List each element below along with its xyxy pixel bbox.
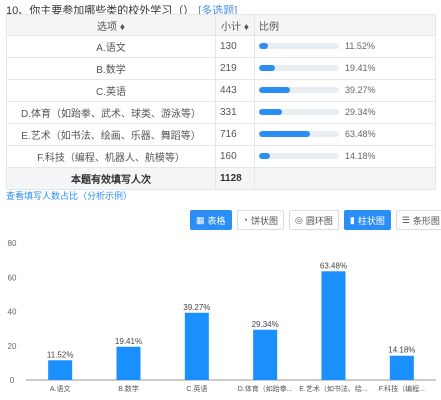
option-cell: F.科技（编程、机器人、航模等） (6, 145, 216, 168)
total-row: 本题有效填写人次 1128 (6, 167, 436, 190)
bar-value-label: 39.27% (183, 303, 210, 312)
ratio-cell: 19.41% (254, 57, 436, 80)
progress-bar (259, 153, 339, 160)
bar-horizontal-button-label: 条形图 (412, 215, 440, 226)
bar[interactable] (253, 329, 278, 380)
percent-text: 63.48% (345, 129, 376, 140)
progress-fill (259, 65, 275, 72)
x-tick-label: D.体育（如跆拳... (238, 384, 293, 393)
option-cell: C.英语 (6, 79, 216, 102)
progress-bar (259, 131, 339, 138)
percent-text: 29.34% (345, 107, 376, 118)
table-row: F.科技（编程、机器人、航模等） 160 14.18% (6, 145, 436, 168)
count-cell: 130 (215, 35, 255, 58)
bar-value-label: 14.18% (388, 346, 415, 355)
pie-chart-button[interactable]: ◔ 饼状图 (236, 210, 284, 230)
chart-type-toolbar: ▦ 表格 ◔ 饼状图 ◎ 圆环图 ▮ 柱状图 ☰ 条形图 (190, 210, 441, 230)
table-row: A.语文 130 11.52% (6, 35, 436, 58)
header-ratio: 比例 (254, 14, 436, 36)
total-count: 1128 (215, 167, 255, 190)
total-label: 本题有效填写人次 (6, 167, 216, 190)
progress-fill (259, 153, 271, 160)
y-tick-label: 40 (8, 308, 17, 317)
x-tick-label: B.数学 (118, 384, 139, 393)
y-tick-label: 0 (10, 376, 15, 385)
bar-chart: 0 20 40 60 80 11.52% A.语文 19.41% B.数学 39.27% C.英语 2… (8, 239, 436, 393)
header-count[interactable]: 小计 ♦ (215, 14, 255, 36)
total-empty-cell (254, 167, 436, 190)
progress-fill (259, 131, 310, 138)
ratio-cell: 63.48% (254, 123, 436, 146)
percent-text: 39.27% (345, 85, 376, 96)
ratio-cell: 39.27% (254, 79, 436, 102)
x-tick-label: F.科技（编程... (379, 384, 425, 393)
progress-bar (259, 43, 339, 50)
bar-value-label: 63.48% (320, 261, 347, 270)
progress-fill (259, 87, 291, 94)
ratio-cell: 14.18% (254, 145, 436, 168)
donut-chart-button-label: 圆环图 (305, 215, 333, 226)
bar-horizontal-button[interactable]: ☰ 条形图 (395, 210, 441, 230)
bar[interactable] (321, 271, 346, 380)
table-icon: ▦ (196, 214, 205, 225)
pie-chart-icon: ◔ (242, 215, 248, 225)
progress-bar (259, 87, 339, 94)
bar-value-label: 29.34% (252, 320, 279, 329)
y-tick-label: 60 (8, 273, 17, 282)
count-cell: 716 (215, 123, 255, 146)
percent-text: 14.18% (345, 151, 376, 162)
donut-chart-icon: ◎ (294, 214, 303, 225)
bar[interactable] (184, 312, 209, 380)
stats-table: 选项 ♦ 小计 ♦ 比例 A.语文 130 11.52% B.数学 219 19… (6, 14, 436, 190)
x-tick-label: A.语文 (50, 384, 71, 393)
bar-chart-button-label: 柱状图 (357, 215, 385, 226)
option-cell: A.语文 (6, 35, 216, 58)
bar-chart-button[interactable]: ▮ 柱状图 (343, 210, 391, 230)
option-cell: E.艺术（如书法、绘画、乐器、舞蹈等） (6, 123, 216, 146)
table-row: D.体育（如跆拳、武术、球类、游泳等） 331 29.34% (6, 101, 436, 124)
progress-fill (259, 109, 283, 116)
bar[interactable] (48, 360, 73, 380)
count-cell: 219 (215, 57, 255, 80)
y-tick-label: 80 (8, 239, 17, 248)
table-row: B.数学 219 19.41% (6, 57, 436, 80)
header-option[interactable]: 选项 ♦ (6, 14, 216, 36)
bar-horizontal-icon: ☰ (401, 214, 410, 225)
percent-text: 19.41% (345, 63, 376, 74)
option-cell: D.体育（如跆拳、武术、球类、游泳等） (6, 101, 216, 124)
progress-fill (259, 43, 269, 50)
table-button[interactable]: ▦ 表格 (190, 210, 232, 230)
bar-value-label: 11.52% (47, 350, 74, 359)
table-header-row: 选项 ♦ 小计 ♦ 比例 (6, 14, 436, 36)
bar[interactable] (116, 346, 141, 380)
percent-text: 11.52% (345, 41, 375, 52)
progress-bar (259, 109, 339, 116)
bar-value-label: 19.41% (115, 337, 142, 346)
count-cell: 160 (215, 145, 255, 168)
ratio-cell: 29.34% (254, 101, 436, 124)
progress-bar (259, 65, 339, 72)
table-row: E.艺术（如书法、绘画、乐器、舞蹈等） 716 63.48% (6, 123, 436, 146)
bar-chart-icon: ▮ (349, 214, 355, 225)
table-row: C.英语 443 39.27% (6, 79, 436, 102)
x-tick-label: C.英语 (186, 384, 207, 393)
bar[interactable] (389, 355, 414, 380)
view-ratio-link[interactable]: 查看填写人数占比（分析示例） (6, 189, 132, 202)
x-tick-label: E.艺术（如书法、绘... (299, 384, 368, 393)
ratio-cell: 11.52% (254, 35, 436, 58)
table-button-label: 表格 (207, 215, 226, 226)
option-cell: B.数学 (6, 57, 216, 80)
y-tick-label: 20 (8, 342, 17, 351)
count-cell: 443 (215, 79, 255, 102)
pie-chart-button-label: 饼状图 (250, 215, 278, 226)
count-cell: 331 (215, 101, 255, 124)
donut-chart-button[interactable]: ◎ 圆环图 (288, 210, 339, 230)
